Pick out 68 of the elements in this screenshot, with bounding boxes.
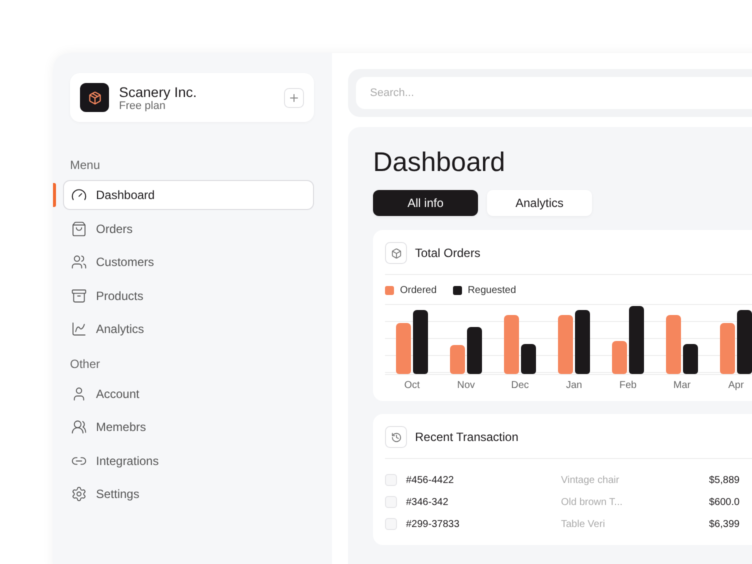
legend-label: Ordered — [400, 285, 437, 296]
users-icon — [71, 419, 87, 435]
tab[interactable]: All info — [373, 190, 478, 216]
section-title: Menu — [70, 158, 100, 172]
bar — [612, 341, 627, 374]
amount: $6,399 — [709, 518, 740, 530]
line-chart-icon — [71, 321, 87, 337]
search-input[interactable]: Search... — [368, 86, 752, 100]
bar — [413, 310, 428, 374]
bar — [504, 315, 519, 374]
month-label: Dec — [510, 380, 530, 391]
bar — [467, 327, 482, 374]
month-label: Oct — [403, 380, 421, 391]
nav-item[interactable]: Products — [63, 280, 314, 310]
product-name: Vintage chair — [561, 474, 620, 486]
month-label: Nov — [456, 380, 476, 391]
package-icon — [88, 90, 102, 104]
row-checkbox[interactable] — [385, 518, 397, 530]
row-checkbox[interactable] — [385, 496, 397, 508]
add-button[interactable] — [284, 88, 304, 108]
company-name: Scanery Inc. — [119, 84, 198, 100]
bar — [396, 323, 411, 374]
month-label: Jan — [564, 380, 584, 391]
bar — [629, 306, 644, 374]
box-icon — [390, 248, 402, 258]
active-indicator — [53, 183, 56, 207]
nav-item[interactable]: Analytics — [63, 314, 314, 344]
page-title: Dashboard — [373, 147, 506, 178]
month-label: Apr — [727, 380, 745, 391]
bar — [720, 323, 735, 374]
users-icon — [71, 254, 87, 270]
month-label: Feb — [618, 380, 638, 391]
row-checkbox[interactable] — [385, 474, 397, 486]
order-id: #456-4422 — [406, 474, 455, 486]
section-title: Other — [70, 356, 100, 370]
nav-item[interactable]: Customers — [63, 247, 314, 277]
tab[interactable]: Analytics — [487, 190, 592, 216]
month-label: Mar — [672, 380, 692, 391]
bar — [450, 345, 465, 374]
nav-item[interactable]: Orders — [63, 214, 314, 244]
nav-item[interactable]: Integrations — [63, 446, 314, 476]
search-field[interactable]: Search... — [356, 77, 752, 109]
history-icon — [390, 432, 402, 442]
bag-icon — [71, 220, 87, 236]
gauge-icon — [71, 187, 87, 203]
bar — [575, 310, 590, 374]
product-name: Table Veri — [561, 518, 606, 530]
nav-item[interactable]: Settings — [63, 479, 314, 509]
bar — [737, 310, 752, 374]
order-id: #346-342 — [406, 496, 450, 508]
amount: $5,889 — [709, 474, 740, 486]
product-name: Old brown T... — [561, 496, 624, 508]
bar — [666, 315, 681, 374]
order-id: #299-37833 — [406, 518, 460, 530]
bar — [558, 315, 573, 374]
nav-item[interactable]: Memebrs — [63, 412, 314, 442]
plan-label: Free plan — [119, 100, 166, 112]
legend-label: Reguested — [468, 285, 516, 296]
bar — [683, 344, 698, 374]
user-icon — [71, 386, 87, 402]
settings-icon — [71, 486, 87, 502]
archive-icon — [71, 288, 87, 304]
bar — [521, 344, 536, 374]
amount: $600.0 — [709, 496, 740, 508]
plus-icon — [288, 92, 300, 104]
nav-item[interactable]: Account — [63, 378, 314, 408]
card-title: Recent Transaction — [415, 430, 518, 444]
card-title: Total Orders — [415, 246, 480, 260]
